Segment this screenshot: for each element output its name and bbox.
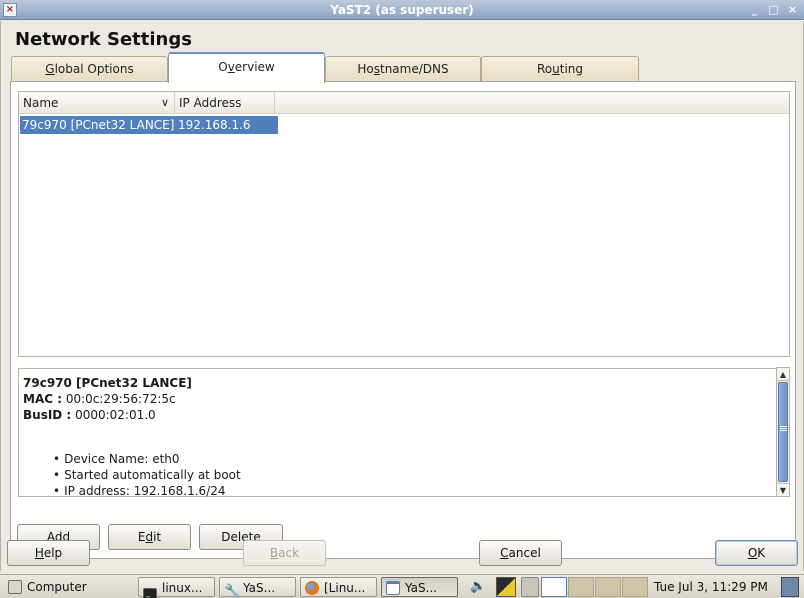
network-monitor-icon[interactable] [496,577,516,597]
taskbar: Computer linux... 🔧YaS... [Linu... YaS..… [0,574,804,598]
details-scrollbar[interactable]: ▲ ▼ [776,367,790,497]
volume-icon[interactable]: 🔈 [470,577,490,597]
overview-panel: Name ∨ IP Address 79c970 [PCnet32 LANCE]… [10,81,796,559]
window-titlebar: × YaST2 (as superuser) _ □ × [0,0,804,20]
table-header: Name ∨ IP Address [19,92,789,114]
list-item: Started automatically at boot [53,467,241,483]
details-heading: 79c970 [PCnet32 LANCE] [23,376,192,390]
window-title: YaST2 (as superuser) [330,3,474,17]
help-button[interactable]: Help [7,540,90,566]
printer-icon[interactable] [521,577,539,597]
firefox-icon [305,581,319,595]
workspace-1[interactable] [541,577,567,597]
taskbar-task-terminal[interactable]: linux... [138,577,215,598]
page-title: Network Settings [15,29,192,50]
yast-window: Network Settings Global Options Overview… [0,21,804,571]
show-desktop-icon[interactable] [781,577,799,597]
tab-overview[interactable]: Overview [168,52,325,83]
device-details: 79c970 [PCnet32 LANCE] MAC : 00:0c:29:56… [18,368,789,499]
workspace-3[interactable] [595,577,621,597]
maximize-icon[interactable]: □ [766,2,781,17]
terminal-icon [143,588,157,598]
minimize-icon[interactable]: _ [747,2,762,17]
column-header-name[interactable]: Name ∨ [19,92,175,114]
ok-button[interactable]: OK [715,540,798,566]
scroll-up-icon[interactable]: ▲ [777,368,789,381]
edit-button[interactable]: Edit [108,524,191,550]
back-button[interactable]: Back [243,540,326,566]
table-row[interactable]: 79c970 [PCnet32 LANCE] 192.168.1.6 [20,116,278,134]
close-icon[interactable]: × [785,2,800,17]
tab-hostname-dns[interactable]: Hostname/DNS [325,56,481,82]
taskbar-task-yast[interactable]: 🔧 YaS... [219,577,296,598]
sort-chevron-icon: ∨ [160,96,169,109]
computer-icon [8,580,22,594]
details-bullet-list: Device Name: eth0 Started automatically … [53,451,241,499]
cell-ip-address: 192.168.1.6 [178,118,251,132]
scroll-thumb[interactable] [778,382,788,482]
busid-value: 0000:02:01.0 [75,408,156,422]
wrench-icon: 🔧 [224,584,241,598]
scroll-down-icon[interactable]: ▼ [777,483,789,496]
workspace-4[interactable] [622,577,648,597]
column-header-ip-address[interactable]: IP Address [175,92,275,114]
tab-routing[interactable]: Routing [481,56,639,82]
workspace-2[interactable] [568,577,594,597]
tab-bar: Global Options Overview Hostname/DNS Rou… [11,52,641,83]
computer-menu[interactable]: Computer [8,577,128,597]
window-icon [386,581,400,595]
list-item: IP address: 192.168.1.6/24 [53,483,241,499]
mac-value: 00:0c:29:56:72:5c [65,392,176,406]
cancel-button[interactable]: Cancel [479,540,562,566]
network-card-table[interactable]: Name ∨ IP Address 79c970 [PCnet32 LANCE]… [18,91,790,357]
tab-global-options[interactable]: Global Options [11,56,168,82]
taskbar-task-yast-active[interactable]: YaS... [381,577,458,597]
cell-name: 79c970 [PCnet32 LANCE] [22,118,175,132]
list-item: Device Name: eth0 [53,451,241,467]
taskbar-task-firefox[interactable]: [Linu... [300,577,377,597]
clock[interactable]: Tue Jul 3, 11:29 PM [654,577,776,597]
